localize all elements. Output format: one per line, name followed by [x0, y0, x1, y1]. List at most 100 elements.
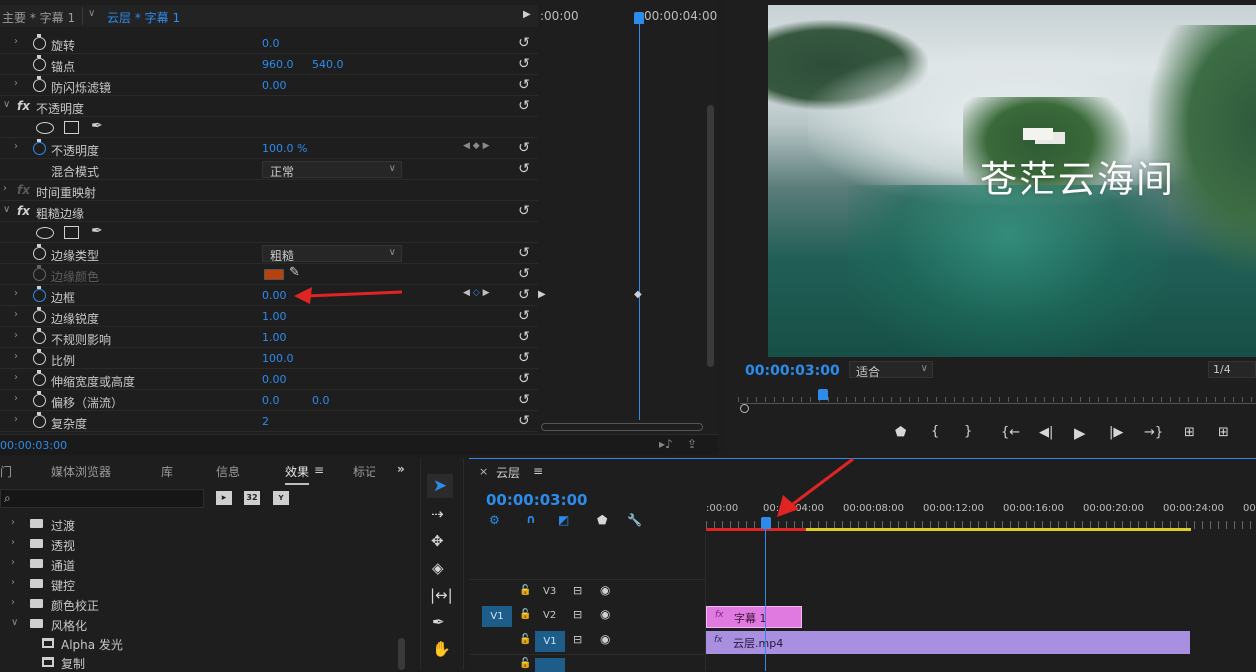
reset-icon[interactable]: ↺ [516, 267, 532, 281]
ellipse-mask-icon[interactable] [36, 122, 54, 134]
program-time-ruler[interactable] [738, 390, 1256, 402]
go-to-out-icon[interactable]: →} [1144, 425, 1163, 440]
prop-value[interactable]: 0.00 [262, 373, 287, 386]
stopwatch-icon[interactable] [33, 307, 46, 323]
ec-timecode[interactable]: 00:00:03:00 [0, 439, 67, 452]
stopwatch-icon[interactable] [33, 370, 46, 386]
track-name[interactable]: V1 [535, 631, 565, 652]
nest-icon[interactable]: ⚙ [489, 513, 500, 527]
panel-menu-icon[interactable]: ≡ [314, 463, 324, 477]
accelerated-effects-icon[interactable]: ▸ [216, 491, 232, 505]
pen-tool-icon[interactable]: ✒ [432, 613, 445, 631]
stopwatch-icon[interactable] [33, 244, 46, 260]
expand-arrow-icon[interactable]: › [14, 288, 18, 299]
rect-mask-icon[interactable] [64, 121, 79, 134]
prop-value[interactable]: 0.00 [262, 79, 287, 92]
edge-color-swatch[interactable] [264, 269, 284, 280]
lift-icon[interactable]: ⊞ [1184, 425, 1195, 440]
expand-arrow-icon[interactable]: › [14, 414, 18, 425]
reset-icon[interactable]: ↺ [516, 141, 532, 155]
chevron-down-icon[interactable]: ∨ [11, 617, 18, 628]
blend-mode-dropdown[interactable]: 正常 ∨ [262, 161, 402, 179]
export-icon[interactable]: ⇪ [687, 437, 697, 451]
reset-icon[interactable]: ↺ [516, 162, 532, 176]
tab-markers[interactable]: 标记 [353, 463, 375, 480]
reset-icon[interactable]: ↺ [516, 372, 532, 386]
add-marker-icon[interactable]: ⬟ [597, 513, 607, 527]
chevron-right-icon[interactable]: › [11, 577, 15, 588]
program-playhead-handle[interactable] [818, 389, 828, 400]
tab-info[interactable]: 信息 [216, 463, 240, 480]
prop-value[interactable]: 100.0 [262, 352, 294, 365]
reset-icon[interactable]: ↺ [516, 309, 532, 323]
lock-icon[interactable]: 🔓 [519, 658, 531, 669]
timeline-tab[interactable]: 云层 [496, 464, 520, 481]
expand-arrow-icon[interactable]: › [14, 393, 18, 404]
panel-menu-icon[interactable]: ≡ [533, 464, 543, 478]
ripple-edit-tool-icon[interactable]: ✥ [431, 532, 444, 550]
play-icon[interactable]: ▶ [1074, 424, 1086, 442]
collapse-arrow-icon[interactable]: ∨ [3, 204, 10, 215]
chevron-right-icon[interactable]: › [11, 597, 15, 608]
reset-icon[interactable]: ↺ [516, 36, 532, 50]
stopwatch-icon[interactable] [33, 34, 46, 50]
chevron-right-icon[interactable]: › [11, 517, 15, 528]
effect-header-rough-edges[interactable]: ∨ fx 粗糙边缘 ↺ [0, 201, 538, 222]
reset-icon[interactable]: ↺ [516, 246, 532, 260]
reset-icon[interactable]: ↺ [516, 330, 532, 344]
expand-arrow-icon[interactable]: › [14, 36, 18, 47]
tab-menu[interactable]: 门 [0, 463, 12, 480]
yuv-effects-icon[interactable]: Y [273, 491, 289, 505]
expand-arrow-icon[interactable]: › [14, 309, 18, 320]
prop-value-2[interactable]: 0.0 [312, 394, 330, 407]
prop-value[interactable]: 2 [262, 415, 269, 428]
edge-type-dropdown[interactable]: 粗糙 ∨ [262, 245, 402, 263]
keyframe-nav[interactable]: ◀ ◇ ▶ [463, 288, 490, 298]
lock-icon[interactable]: 🔓 [519, 609, 531, 620]
sync-lock-icon[interactable]: ⊟ [573, 608, 582, 621]
sync-lock-icon[interactable]: ⊟ [573, 633, 582, 646]
effects-folder[interactable]: › 通道 [0, 554, 395, 574]
stopwatch-icon[interactable] [33, 265, 46, 281]
reset-icon[interactable]: ↺ [516, 57, 532, 71]
expand-arrow-icon[interactable]: › [14, 351, 18, 362]
stopwatch-icon[interactable] [33, 76, 46, 92]
pen-mask-icon[interactable]: ✒ [91, 223, 103, 239]
tab-clip[interactable]: 云层 * 字幕 1 [107, 9, 180, 26]
reset-icon[interactable]: ↺ [516, 78, 532, 92]
expand-arrow-icon[interactable]: › [14, 372, 18, 383]
reset-icon[interactable]: ↺ [516, 414, 532, 428]
effects-folder[interactable]: › 颜色校正 [0, 594, 395, 614]
effects-scrollbar[interactable] [398, 638, 405, 670]
collapse-arrow-icon[interactable]: ∨ [3, 99, 10, 110]
effects-folder[interactable]: › 透视 [0, 534, 395, 554]
prop-value[interactable]: 1.00 [262, 310, 287, 323]
hand-tool-icon[interactable]: ✋ [432, 640, 451, 658]
fit-dropdown[interactable]: 适合 ∨ [849, 361, 933, 379]
eyedropper-icon[interactable]: ✎ [289, 265, 300, 280]
expand-arrow-icon[interactable]: › [3, 183, 7, 194]
reset-icon[interactable]: ↺ [516, 99, 532, 113]
stopwatch-active-icon[interactable] [33, 286, 46, 302]
stopwatch-icon[interactable] [33, 412, 46, 428]
chevron-right-icon[interactable]: › [11, 537, 15, 548]
expand-arrow-icon[interactable]: › [14, 78, 18, 89]
zoom-handle[interactable] [740, 404, 749, 413]
go-to-in-icon[interactable]: {← [1001, 425, 1020, 440]
prop-value[interactable]: 1.00 [262, 331, 287, 344]
source-patch[interactable]: V1 [482, 606, 512, 627]
reset-icon[interactable]: ↺ [516, 204, 532, 218]
prop-value-y[interactable]: 540.0 [312, 58, 344, 71]
effect-header-opacity[interactable]: ∨ fx 不透明度 ↺ [0, 96, 538, 117]
32bit-effects-icon[interactable]: 32 [244, 491, 260, 505]
tab-effects[interactable]: 效果 [285, 463, 310, 485]
slip-tool-icon[interactable]: |↔| [430, 586, 453, 604]
snap-magnet-icon[interactable]: ∩ [526, 512, 536, 526]
lock-icon[interactable]: 🔓 [519, 634, 531, 645]
effect-item[interactable]: 复制 [0, 653, 395, 672]
keyframe-diamond-icon[interactable]: ◆ [634, 289, 642, 300]
sync-lock-icon[interactable]: ⊟ [573, 584, 582, 597]
wrench-icon[interactable]: 🔧 [627, 513, 642, 527]
reset-icon[interactable]: ↺ [516, 393, 532, 407]
track-select-tool-icon[interactable]: ⇢ [431, 505, 444, 523]
